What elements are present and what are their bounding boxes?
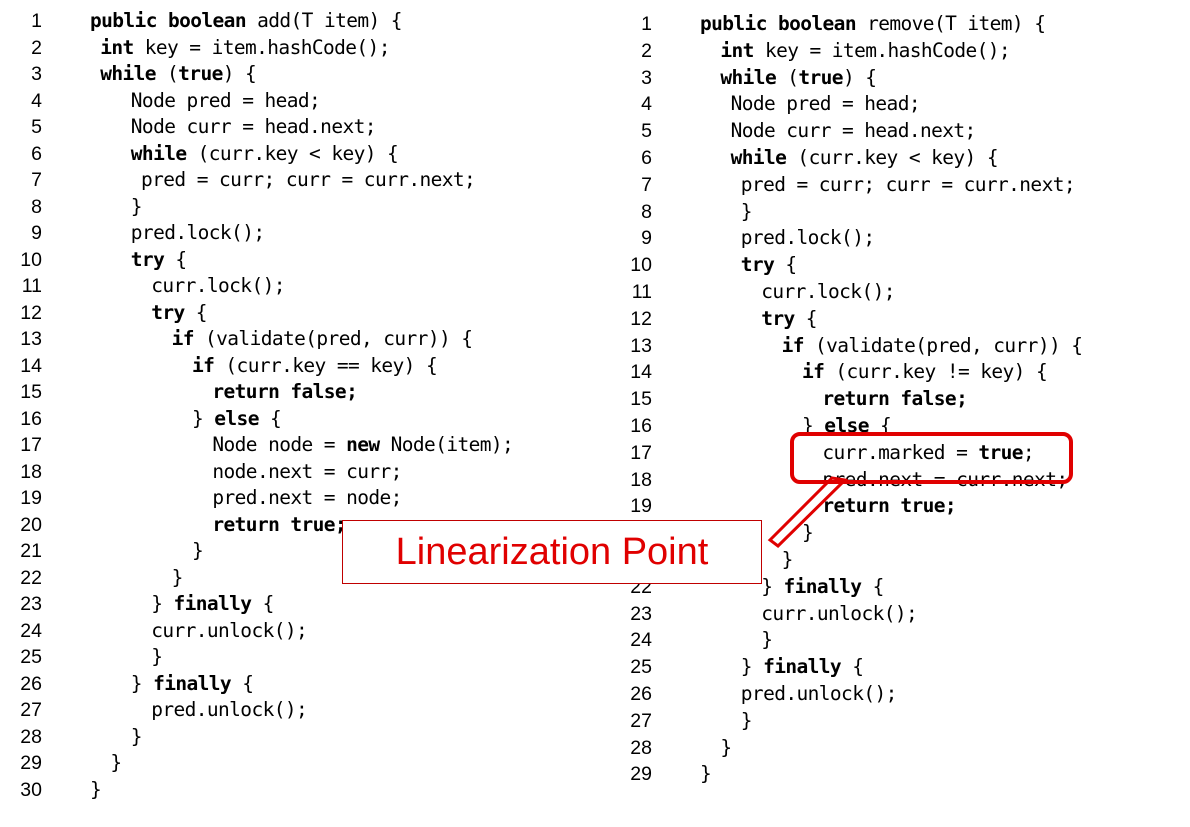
line-number: 25 — [630, 656, 652, 679]
code-text: pred.lock(); — [740, 226, 875, 250]
code-text: curr.unlock(); — [761, 601, 918, 625]
line-number: 10 — [630, 254, 652, 277]
code-text: { — [861, 574, 885, 598]
line-number: 12 — [630, 307, 652, 330]
line-number: 1 — [641, 13, 652, 35]
code-line: Node pred = head; — [730, 91, 921, 117]
code-text: (validate(pred, curr)) { — [803, 333, 1083, 357]
code-line: curr.unlock(); — [761, 601, 918, 627]
right-code-listing: 1 public boolean remove(T item) { 2 int key… — [0, 0, 1190, 827]
code-text: } — [740, 199, 753, 223]
code-text: Node curr = head.next; — [730, 119, 977, 143]
code-line: curr.lock(); — [761, 279, 895, 305]
code-line: } — [781, 547, 794, 573]
code-line: if (validate(pred, curr)) { — [782, 333, 1083, 359]
code-keyword: return false; — [822, 387, 968, 411]
code-text: { — [794, 306, 818, 330]
code-line: try { — [741, 252, 797, 278]
line-number: 29 — [630, 763, 652, 786]
line-number: 24 — [630, 629, 652, 652]
code-text: Node pred = head; — [730, 92, 921, 116]
code-keyword: finally — [763, 655, 842, 679]
line-number: 18 — [630, 468, 652, 491]
code-line: pred.unlock(); — [740, 681, 898, 707]
code-text: (curr.key < key) { — [786, 146, 998, 169]
code-line: pred.lock(); — [741, 225, 875, 251]
code-keyword: if — [781, 333, 805, 357]
code-keyword: while — [730, 146, 787, 169]
code-keyword: while — [720, 65, 777, 89]
code-text: } — [761, 574, 784, 598]
code-text: { — [774, 253, 797, 277]
code-keyword: return true; — [822, 494, 957, 518]
line-number: 28 — [630, 736, 652, 759]
code-line: return true; — [822, 493, 956, 519]
code-keyword: public boolean — [700, 12, 857, 35]
code-keyword: finally — [783, 574, 862, 598]
code-text: { — [841, 655, 864, 679]
line-number: 2 — [641, 39, 652, 62]
line-number: 5 — [641, 120, 652, 143]
line-number: 8 — [641, 200, 652, 223]
line-number: 15 — [630, 388, 652, 411]
code-keyword: int — [720, 38, 754, 62]
code-line: if (curr.key != key) { — [802, 359, 1048, 385]
code-text: } — [781, 548, 794, 571]
code-line: int key = item.hashCode(); — [720, 38, 1010, 64]
code-text: key = item.hashCode(); — [753, 38, 1011, 62]
code-text: pred.unlock(); — [740, 682, 898, 705]
linearization-highlight-box — [790, 432, 1073, 484]
line-number: 11 — [631, 281, 652, 303]
code-text: } — [720, 735, 732, 759]
line-number: 6 — [641, 147, 652, 169]
callout-label: Linearization Point — [395, 530, 709, 573]
code-line: while (curr.key < key) { — [730, 145, 999, 171]
line-number: 23 — [630, 602, 652, 625]
code-text: (curr.key != key) { — [824, 360, 1048, 384]
code-text: } — [740, 655, 764, 679]
code-text: remove(T item) { — [855, 12, 1046, 35]
code-line: pred = curr; curr = curr.next; — [740, 172, 1076, 198]
line-number: 19 — [630, 495, 652, 518]
code-text: curr.lock(); — [761, 280, 895, 303]
code-line: } — [700, 761, 712, 787]
code-line: return false; — [822, 386, 967, 412]
code-line: Node curr = head.next; — [730, 118, 977, 144]
line-number: 27 — [630, 709, 652, 732]
code-line: while (true) { — [720, 65, 877, 91]
code-text: pred = curr; curr = curr.next; — [740, 172, 1076, 196]
code-text: } — [700, 762, 712, 786]
line-number: 17 — [630, 441, 652, 464]
code-keyword: if — [802, 360, 825, 384]
linearization-point-callout: Linearization Point — [342, 520, 762, 584]
code-line: } finally { — [761, 574, 884, 600]
code-text: ) { — [842, 65, 877, 89]
code-line: } finally { — [741, 654, 864, 680]
code-keyword: true — [798, 65, 843, 89]
code-line: } — [740, 708, 753, 734]
code-line: } — [740, 199, 753, 225]
line-number: 4 — [641, 93, 652, 116]
line-number: 13 — [630, 334, 652, 357]
code-line: public boolean remove(T item) { — [700, 11, 1046, 37]
line-number: 3 — [641, 66, 652, 89]
code-text: } — [740, 708, 753, 732]
code-line: try { — [761, 306, 817, 332]
code-keyword: try — [761, 306, 795, 330]
code-line: } — [720, 735, 732, 761]
code-keyword: try — [740, 253, 775, 277]
code-line: } — [761, 627, 773, 653]
code-text: } — [761, 628, 773, 652]
line-number: 7 — [641, 173, 652, 196]
line-number: 16 — [630, 415, 652, 437]
code-text: } — [802, 521, 814, 545]
code-line: } — [802, 520, 814, 546]
line-number: 14 — [630, 361, 652, 384]
code-text: ( — [776, 65, 799, 89]
line-number: 26 — [630, 683, 652, 705]
line-number: 9 — [641, 227, 652, 250]
